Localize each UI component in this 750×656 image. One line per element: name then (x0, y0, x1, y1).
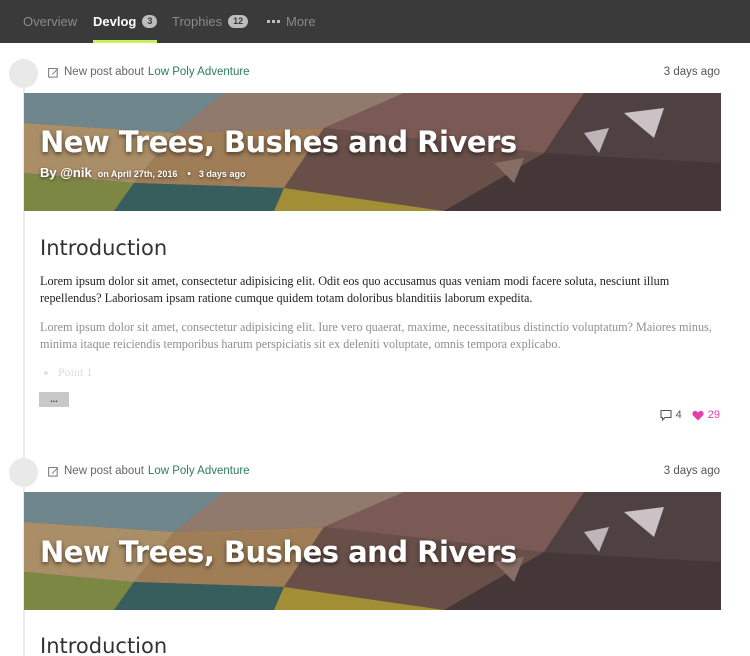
post-date: on April 27th, 2016 (97, 169, 178, 179)
tab-label: More (286, 14, 316, 29)
post-title: New Trees, Bushes and Rivers (40, 125, 517, 159)
post-body: Introduction Lorem ipsum dolor sit amet,… (40, 236, 720, 380)
post-meta: New post about Low Poly Adventure (48, 66, 250, 78)
comment-count: 4 (675, 409, 682, 421)
post-age: 3 days ago (198, 169, 246, 179)
read-more-button[interactable]: ... (39, 392, 69, 407)
post-title: New Trees, Bushes and Rivers (40, 535, 517, 569)
game-link[interactable]: Low Poly Adventure (148, 66, 250, 78)
tab-trophies[interactable]: Trophies 12 (172, 0, 249, 43)
heart-icon (692, 410, 704, 420)
paragraph: Lorem ipsum dolor sit amet, consectetur … (40, 320, 712, 351)
avatar[interactable] (9, 59, 38, 88)
post-meta: New post about Low Poly Adventure (48, 465, 250, 477)
avatar[interactable] (9, 458, 38, 487)
paragraph: Lorem ipsum dolor sit amet, consectetur … (40, 274, 670, 305)
tab-label: Devlog (93, 14, 137, 29)
tab-label: Overview (23, 14, 78, 29)
post-banner[interactable]: New Trees, Bushes and Rivers By @nik on … (24, 93, 721, 211)
top-navigation: Overview Devlog 3 Trophies 12 More (0, 0, 750, 43)
post-timestamp: 3 days ago (663, 66, 720, 78)
dots-icon (267, 20, 280, 23)
post-timestamp: 3 days ago (663, 465, 720, 477)
comment-icon (660, 409, 672, 421)
bullet-icon (44, 370, 48, 375)
post-byline: By @nik on April 27th, 2016 • 3 days ago (40, 165, 245, 180)
tab-label: Trophies (172, 14, 223, 29)
comments-button[interactable]: 4 (660, 409, 682, 421)
list-item: Point 1 (40, 365, 720, 380)
post-author[interactable]: By @nik (40, 165, 92, 180)
game-link[interactable]: Low Poly Adventure (148, 465, 250, 477)
count-badge: 12 (228, 15, 249, 28)
section-heading: Introduction (40, 236, 168, 260)
meta-prefix: New post about (64, 66, 144, 78)
like-button[interactable]: 29 (692, 409, 720, 421)
post-banner[interactable]: New Trees, Bushes and Rivers (24, 492, 721, 610)
tab-devlog[interactable]: Devlog 3 (93, 0, 158, 43)
count-badge: 3 (142, 15, 158, 28)
post-stats: 4 29 (660, 409, 720, 421)
active-tab-indicator (93, 40, 158, 43)
tab-more[interactable]: More (267, 0, 316, 43)
byline-separator: • (187, 169, 191, 180)
list-item-text: Point 1 (58, 365, 93, 379)
tab-overview[interactable]: Overview (23, 0, 77, 43)
edit-icon (48, 67, 59, 78)
meta-prefix: New post about (64, 465, 144, 477)
edit-icon (48, 466, 59, 477)
post-body: Introduction (40, 634, 720, 656)
section-heading: Introduction (40, 634, 168, 656)
like-count: 29 (707, 409, 720, 421)
